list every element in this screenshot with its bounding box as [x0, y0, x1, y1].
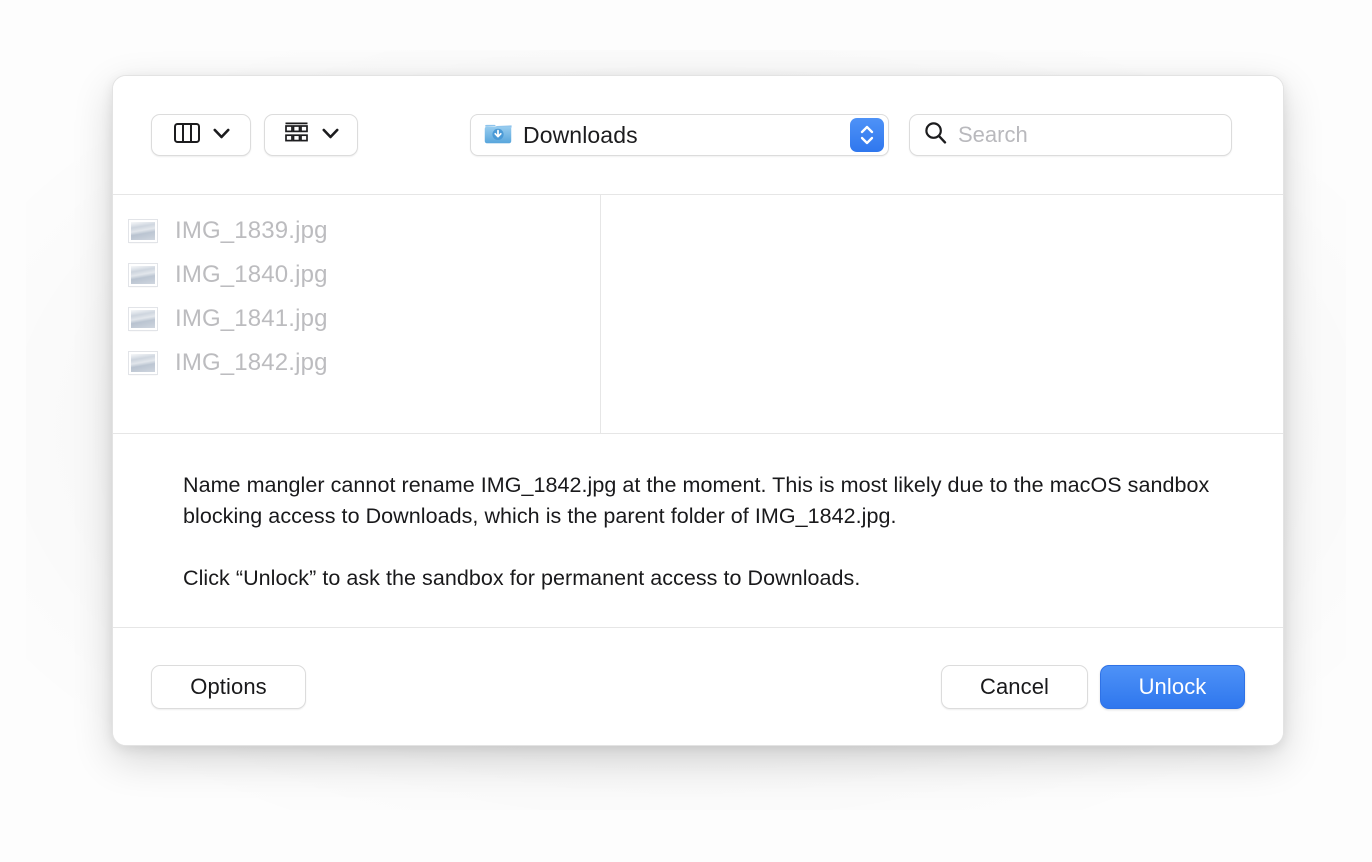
open-panel-dialog: Downloads IMG_1839.jpg — [112, 75, 1284, 746]
message-area: Name mangler cannot rename IMG_1842.jpg … — [113, 434, 1283, 628]
group-items-button[interactable] — [264, 114, 358, 156]
column-view-icon — [173, 122, 200, 148]
list-item[interactable]: IMG_1842.jpg — [113, 341, 600, 385]
list-item[interactable]: IMG_1840.jpg — [113, 253, 600, 297]
group-items-icon — [284, 122, 309, 148]
location-label: Downloads — [523, 121, 638, 148]
search-input[interactable] — [958, 122, 1219, 148]
location-popup-button[interactable]: Downloads — [470, 114, 889, 156]
image-thumbnail-icon — [129, 308, 157, 330]
list-item[interactable]: IMG_1839.jpg — [113, 209, 600, 253]
cancel-button[interactable]: Cancel — [941, 664, 1088, 709]
dialog-toolbar: Downloads — [113, 76, 1283, 195]
search-field[interactable] — [909, 114, 1232, 156]
file-browser: IMG_1839.jpg IMG_1840.jpg IMG_1841.jpg I… — [113, 195, 1283, 434]
unlock-button[interactable]: Unlock — [1100, 664, 1245, 709]
file-name: IMG_1842.jpg — [175, 349, 328, 376]
list-item[interactable]: IMG_1841.jpg — [113, 297, 600, 341]
image-thumbnail-icon — [129, 264, 157, 286]
downloads-folder-icon — [484, 121, 512, 150]
search-icon — [924, 121, 947, 149]
up-down-stepper-icon[interactable] — [850, 118, 884, 152]
message-paragraph-1: Name mangler cannot rename IMG_1842.jpg … — [183, 473, 1210, 528]
view-mode-button[interactable] — [151, 114, 251, 156]
options-button[interactable]: Options — [151, 664, 306, 709]
file-name: IMG_1840.jpg — [175, 261, 328, 288]
chevron-down-icon — [322, 126, 339, 144]
image-thumbnail-icon — [129, 352, 157, 374]
chevron-down-icon — [212, 126, 230, 144]
file-list-column[interactable]: IMG_1839.jpg IMG_1840.jpg IMG_1841.jpg I… — [113, 195, 601, 433]
preview-column — [601, 195, 1283, 433]
file-name: IMG_1841.jpg — [175, 305, 328, 332]
message-paragraph-2: Click “Unlock” to ask the sandbox for pe… — [183, 566, 861, 590]
file-name: IMG_1839.jpg — [175, 217, 328, 244]
dialog-button-bar: Options Cancel Unlock — [113, 628, 1283, 745]
image-thumbnail-icon — [129, 220, 157, 242]
